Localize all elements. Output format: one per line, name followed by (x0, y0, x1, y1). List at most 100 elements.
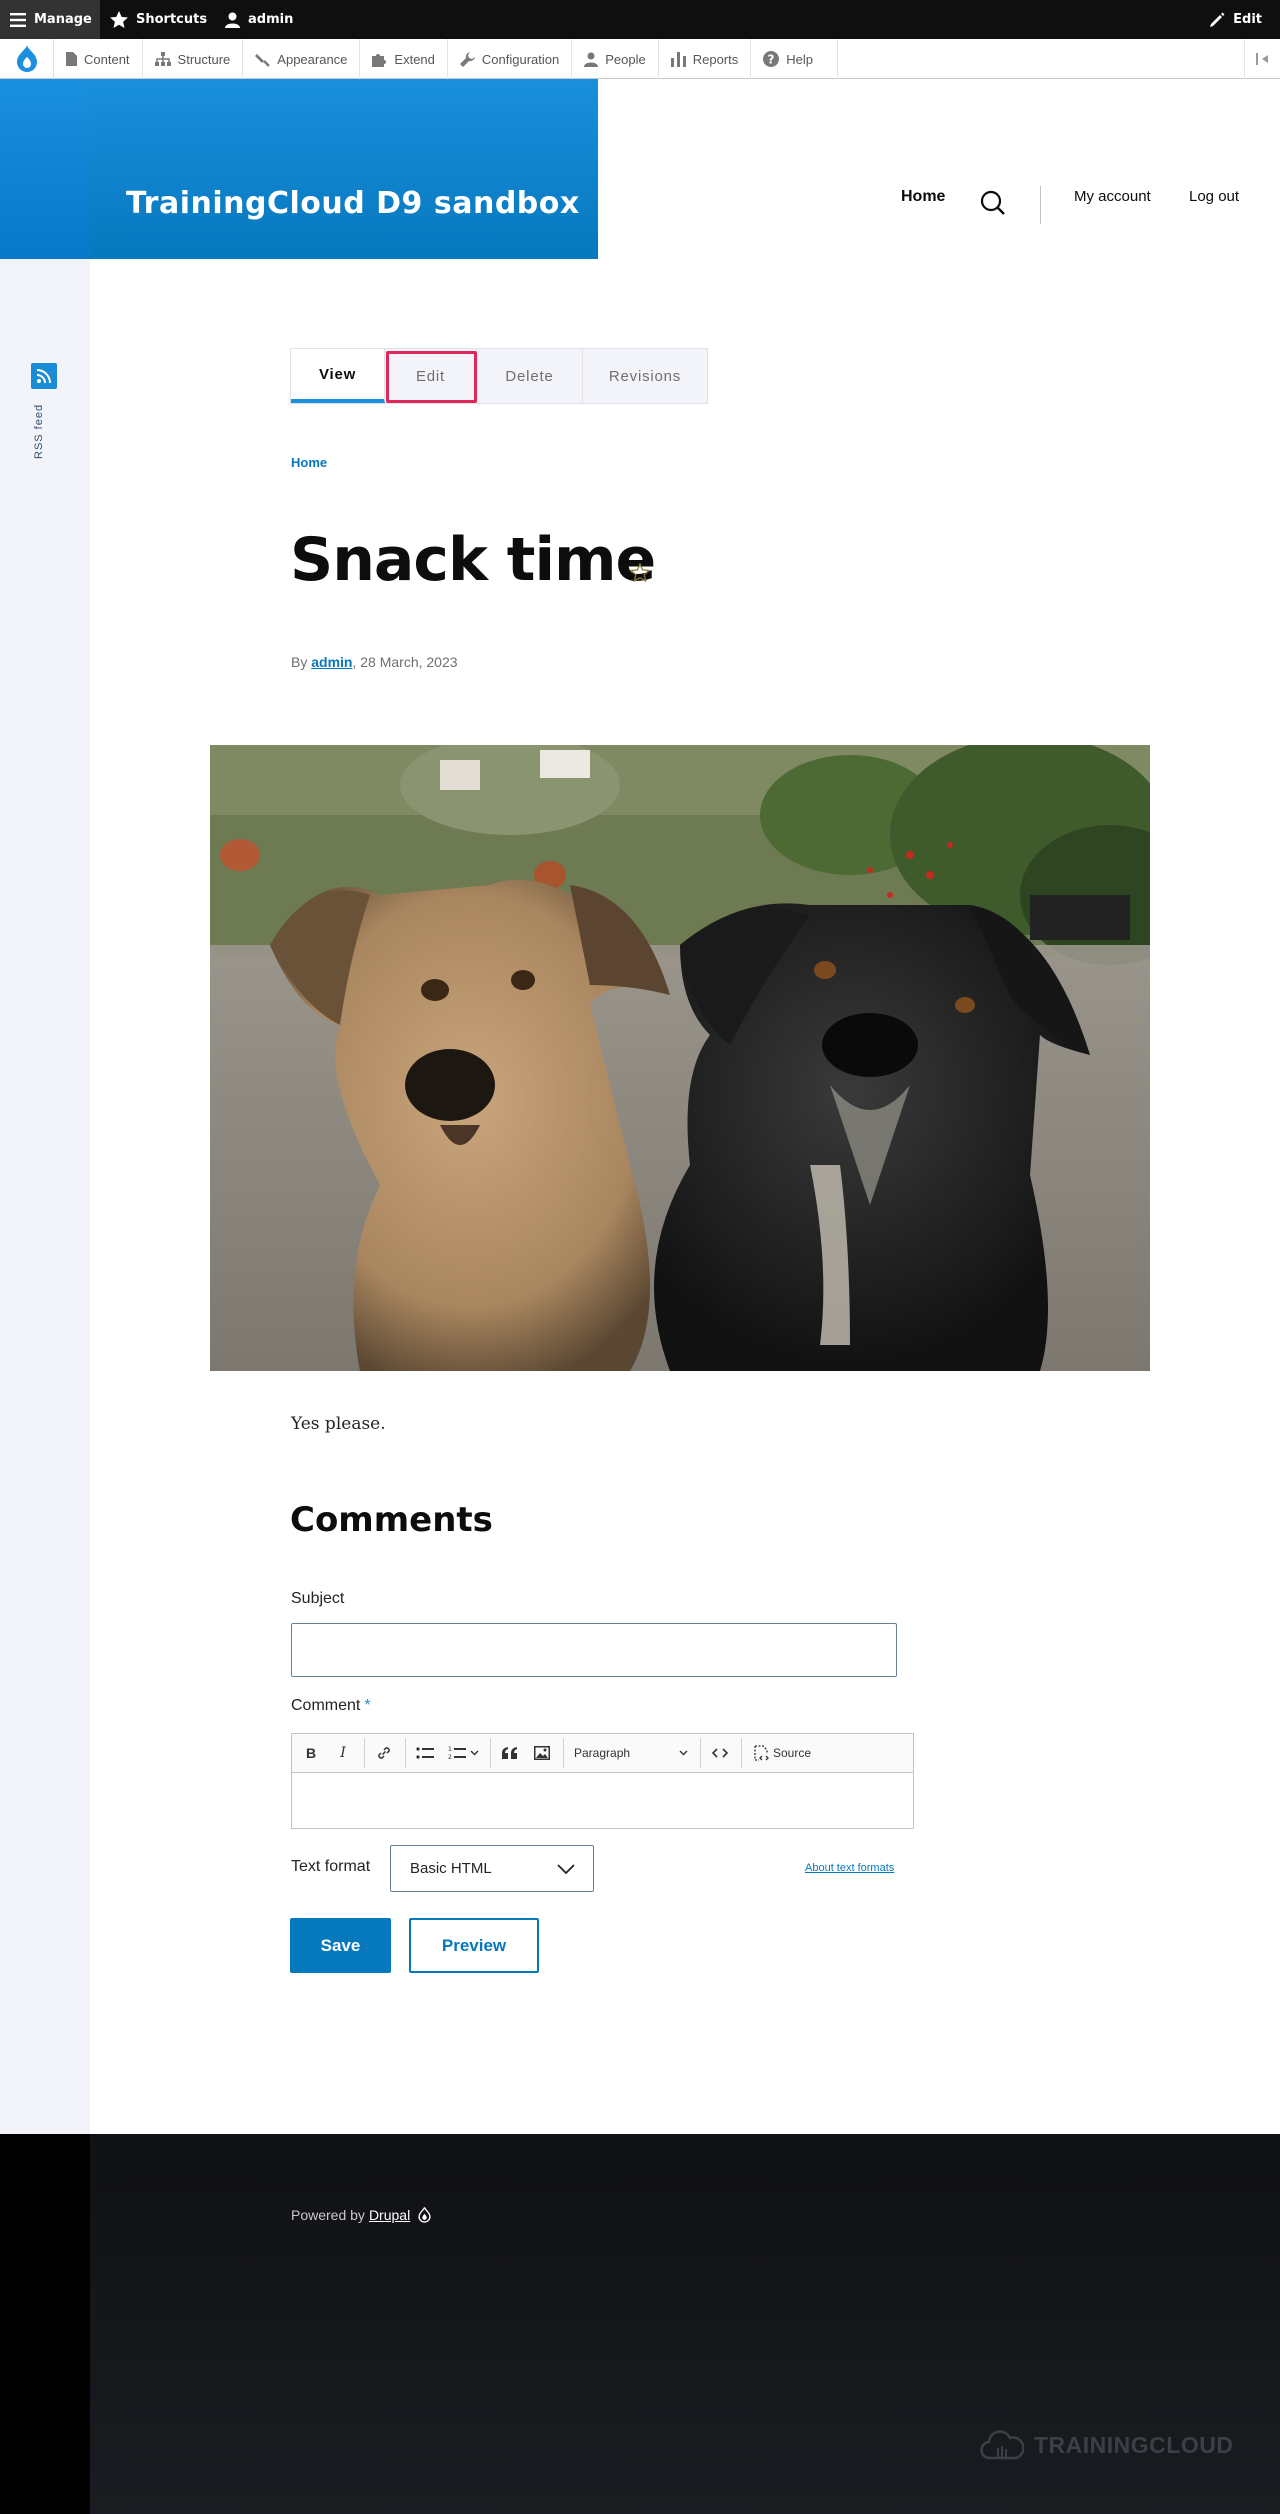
search-button[interactable] (980, 190, 1006, 220)
code-icon (712, 1748, 728, 1758)
toolbar-separator (700, 1738, 701, 1768)
required-marker: * (364, 1697, 371, 1714)
bold-button[interactable]: B (296, 1738, 326, 1768)
admin-menu-label: People (605, 51, 646, 67)
text-format-label: Text format (291, 1858, 371, 1875)
search-icon (980, 190, 1005, 215)
drupal-logo-icon (16, 45, 37, 72)
meta-by: By (291, 654, 308, 670)
chevron-down-icon (470, 1750, 478, 1756)
bookmark-button[interactable] (629, 562, 651, 586)
admin-menu-extend[interactable]: Extend (360, 39, 448, 79)
admin-menu-reports[interactable]: Reports (659, 39, 752, 79)
italic-icon: I (340, 1745, 346, 1761)
site-branding (0, 79, 598, 259)
tab-revisions[interactable]: Revisions (583, 349, 707, 403)
main-nav-home[interactable]: Home (901, 188, 945, 206)
image-icon (534, 1746, 550, 1760)
edit-toolbar-button[interactable]: Edit (1209, 0, 1262, 39)
admin-menu-tray: Content Structure Appearance Extend Conf… (0, 39, 1280, 79)
numbered-list-button[interactable]: 12 (442, 1738, 484, 1768)
toolbar-orientation-toggle[interactable] (1244, 39, 1280, 79)
hamburger-icon (10, 12, 26, 27)
preview-button[interactable]: Preview (409, 1918, 539, 1973)
chevron-down-icon (679, 1750, 688, 1756)
cloud-icon (980, 2430, 1024, 2460)
toolbar-separator (405, 1738, 406, 1768)
image-button[interactable] (527, 1738, 557, 1768)
star-outline-icon (629, 562, 651, 583)
drupal-home-link[interactable] (0, 39, 54, 79)
bulleted-list-icon (416, 1747, 434, 1759)
admin-toolbar: Manage Shortcuts admin Edit (0, 0, 1280, 39)
drupal-drop-icon (418, 2207, 431, 2223)
bulleted-list-button[interactable] (410, 1738, 440, 1768)
shortcuts-toolbar-button[interactable]: Shortcuts (110, 0, 207, 39)
link-icon (378, 1747, 390, 1759)
breadcrumb-home[interactable]: Home (291, 455, 327, 470)
my-account-link[interactable]: My account (1074, 188, 1151, 205)
site-name-link[interactable]: TrainingCloud D9 sandbox (126, 186, 580, 221)
meta-date: , 28 March, 2023 (352, 654, 458, 670)
source-icon (754, 1745, 769, 1761)
admin-menu-content[interactable]: Content (54, 39, 143, 79)
paragraph-format-dropdown[interactable]: Paragraph (568, 1738, 694, 1768)
user-label: admin (248, 12, 294, 27)
tab-view[interactable]: View (291, 349, 385, 403)
svg-text:?: ? (768, 53, 775, 67)
drupal-link[interactable]: Drupal (369, 2207, 410, 2223)
source-button[interactable]: Source (746, 1738, 817, 1768)
about-text-formats-link[interactable]: About text formats (805, 1862, 894, 1874)
admin-menu-structure[interactable]: Structure (143, 39, 244, 79)
nav-divider (1040, 186, 1041, 224)
edit-label: Edit (1233, 12, 1262, 27)
powered-by: Powered by Drupal (291, 2207, 431, 2223)
comments-heading: Comments (290, 1500, 493, 1540)
tab-edit[interactable]: Edit (385, 349, 477, 403)
rss-feed-label[interactable]: RSS feed (33, 404, 45, 459)
svg-text:1: 1 (448, 1746, 452, 1753)
question-icon: ? (763, 51, 780, 67)
paint-roller-icon (255, 53, 271, 67)
code-button[interactable] (705, 1738, 735, 1768)
manage-toolbar-button[interactable]: Manage (0, 0, 100, 39)
admin-menu-configuration[interactable]: Configuration (448, 39, 573, 79)
user-toolbar-button[interactable]: admin (225, 0, 293, 39)
subject-input[interactable] (291, 1623, 897, 1677)
sitemap-icon (154, 52, 171, 66)
author-link[interactable]: admin (311, 654, 352, 670)
tab-delete[interactable]: Delete (477, 349, 583, 403)
log-out-link[interactable]: Log out (1189, 188, 1239, 205)
trainingcloud-brand-text: TRAININGCLOUD (1034, 2431, 1234, 2458)
quote-icon (502, 1747, 517, 1759)
file-icon (66, 52, 77, 66)
pencil-icon (1210, 12, 1225, 27)
admin-menu-label: Content (84, 51, 130, 67)
person-icon (584, 52, 599, 67)
shortcuts-label: Shortcuts (136, 12, 208, 27)
link-button[interactable] (369, 1738, 399, 1768)
numbered-list-icon: 12 (448, 1746, 466, 1760)
node-image-two-dogs (210, 745, 1150, 1371)
italic-button[interactable]: I (328, 1738, 358, 1768)
admin-menu-label: Appearance (277, 51, 348, 67)
admin-menu-people[interactable]: People (572, 39, 659, 79)
toolbar-separator (741, 1738, 742, 1768)
text-format-select[interactable]: Basic HTML (390, 1845, 594, 1892)
admin-menu-appearance[interactable]: Appearance (243, 39, 361, 79)
bold-icon: B (305, 1745, 317, 1761)
page-title: Snack time (290, 525, 656, 595)
bar-chart-icon (670, 51, 686, 67)
save-button[interactable]: Save (290, 1918, 391, 1973)
comment-editor-area[interactable] (292, 1773, 913, 1828)
wrench-icon (459, 51, 475, 67)
blockquote-button[interactable] (495, 1738, 525, 1768)
powered-by-text: Powered by (291, 2207, 365, 2223)
text-format-value: Basic HTML (410, 1860, 492, 1877)
comment-label-text: Comment (291, 1697, 361, 1714)
orientation-icon (1255, 53, 1268, 65)
admin-menu-label: Help (786, 51, 813, 67)
admin-menu-help[interactable]: ? Help (751, 39, 838, 79)
comment-editor: B I 12 Paragraph Source (291, 1733, 914, 1829)
rss-feed-button[interactable] (31, 363, 57, 389)
